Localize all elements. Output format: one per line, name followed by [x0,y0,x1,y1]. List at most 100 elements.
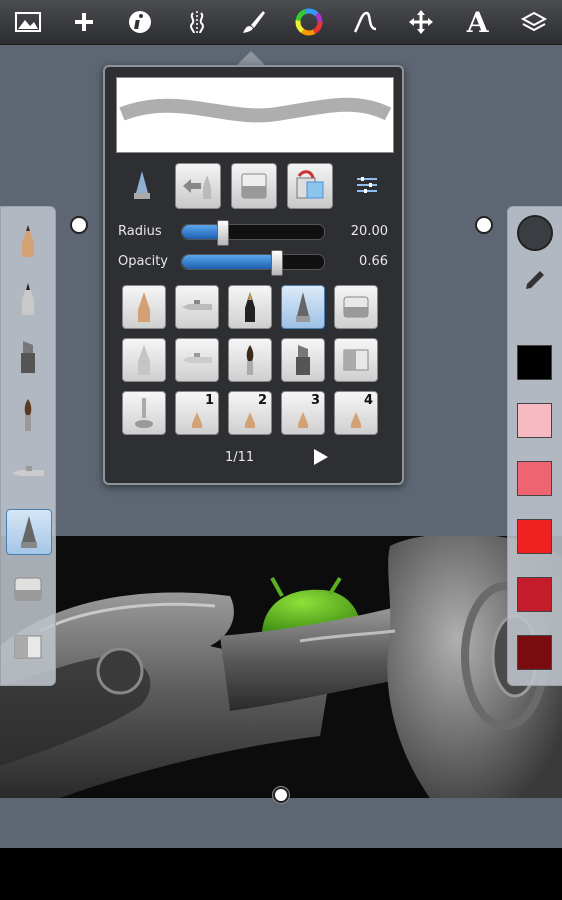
color-rail [507,206,562,686]
brush-airbrush[interactable] [6,451,50,495]
eraser-tool-button[interactable] [231,163,277,209]
color-swatch[interactable] [517,461,552,496]
preset-custom-4[interactable]: 4 [334,391,378,435]
radius-label: Radius [118,224,162,239]
brush-pen[interactable] [6,277,50,321]
fill-bucket-icon [296,170,324,199]
brush-settings-button[interactable] [355,173,379,197]
paintbrush-icon [24,399,32,431]
preset-marker[interactable] [281,338,325,382]
brush-smudge[interactable] [6,625,50,669]
marker-icon [21,341,35,373]
move-transform-icon [409,10,434,34]
preset-pen[interactable] [122,338,166,382]
current-brush-icon [134,171,150,199]
block-eraser-icon [343,349,369,371]
color-wheel-icon [295,8,323,36]
paintbrush-icon [246,345,254,375]
preset-custom-1[interactable]: 1 [175,391,219,435]
preset-paintbrush[interactable] [228,338,272,382]
text-icon: A [466,5,489,39]
top-toolbar: A [0,0,562,45]
preset-ink-pen[interactable] [228,285,272,329]
color-swatch[interactable] [517,403,552,438]
preset-airbrush[interactable] [175,285,219,329]
color-swatch[interactable] [517,519,552,554]
stroke-curve-icon [354,11,377,33]
symmetry-button[interactable] [174,0,220,44]
preset-eraser[interactable] [334,285,378,329]
brush-rail-pin[interactable] [70,216,88,234]
preset-number-4: 4 [363,393,373,408]
gallery-button[interactable] [5,0,51,44]
drawing-canvas[interactable] [0,536,562,798]
preset-block-eraser[interactable] [334,338,378,382]
text-button[interactable]: A [455,0,501,44]
preset-number-1: 1 [204,393,214,408]
preset-smudge[interactable] [122,391,166,435]
eraser-tool-icon [241,173,267,199]
opacity-value: 0.66 [359,254,388,269]
airbrush-icon [182,300,212,310]
marker-icon [296,345,310,375]
color-button[interactable] [286,0,332,44]
color-swatch[interactable] [517,635,552,670]
transform-button[interactable] [398,0,444,44]
brush-icon [242,11,265,33]
page-indicator: 1/11 [225,450,255,465]
brush-button[interactable] [230,0,276,44]
ballpoint-icon [296,292,310,322]
radius-value: 20.00 [350,224,388,239]
brush-rail [0,206,56,686]
canvas-resize-handle[interactable] [273,787,289,803]
radius-slider-fill [182,225,222,239]
info-button[interactable] [117,0,163,44]
brush-eraser[interactable] [6,567,50,611]
preset-pencil[interactable] [122,285,166,329]
brush-pencil[interactable] [6,219,50,263]
preset-number-3: 3 [310,393,320,408]
next-page-button[interactable] [310,447,330,467]
eyedropper-button[interactable] [520,267,548,295]
preset-number-2: 2 [257,393,267,408]
gallery-icon [15,12,42,32]
brush-marker[interactable] [6,335,50,379]
fill-bucket-button[interactable] [287,163,333,209]
current-color-indicator[interactable] [517,215,553,251]
custom-brush-icon [192,412,202,428]
smudge-icon [135,398,153,428]
eraser-icon [343,296,369,318]
opacity-slider[interactable] [181,250,325,276]
color-swatch[interactable] [517,345,552,380]
brush-properties-popup: Radius 20.00 Opacity 0.66 1 2 3 4 1/11 [103,65,404,485]
play-next-icon [314,449,328,465]
settings-sliders-icon [357,177,377,193]
preset-custom-3[interactable]: 3 [281,391,325,435]
eyedropper-icon [526,271,544,289]
layers-icon [520,11,547,32]
add-icon [75,13,94,31]
brush-tools-row [105,163,402,209]
new-sketch-button[interactable] [61,0,107,44]
opacity-slider-thumb[interactable] [271,250,283,276]
sketch-artwork [0,536,562,798]
preset-airbrush-2[interactable] [175,338,219,382]
radius-slider-thumb[interactable] [217,220,229,246]
brush-ballpoint-selected[interactable] [6,509,52,555]
pencil-icon [138,292,150,322]
stroke-preview [116,77,394,153]
color-rail-pin[interactable] [475,216,493,234]
preset-ballpoint-selected[interactable] [281,285,325,329]
brush-paintbrush[interactable] [6,393,50,437]
airbrush-icon [182,353,212,363]
swap-brush-button[interactable] [175,163,221,209]
preset-custom-2[interactable]: 2 [228,391,272,435]
color-swatch[interactable] [517,577,552,612]
radius-slider[interactable] [181,220,325,246]
system-nav-bar [0,848,562,900]
stroke-button[interactable] [342,0,388,44]
airbrush-icon [12,466,44,476]
swap-arrow-icon [183,175,211,199]
layers-button[interactable] [511,0,557,44]
pen-icon [22,283,34,315]
